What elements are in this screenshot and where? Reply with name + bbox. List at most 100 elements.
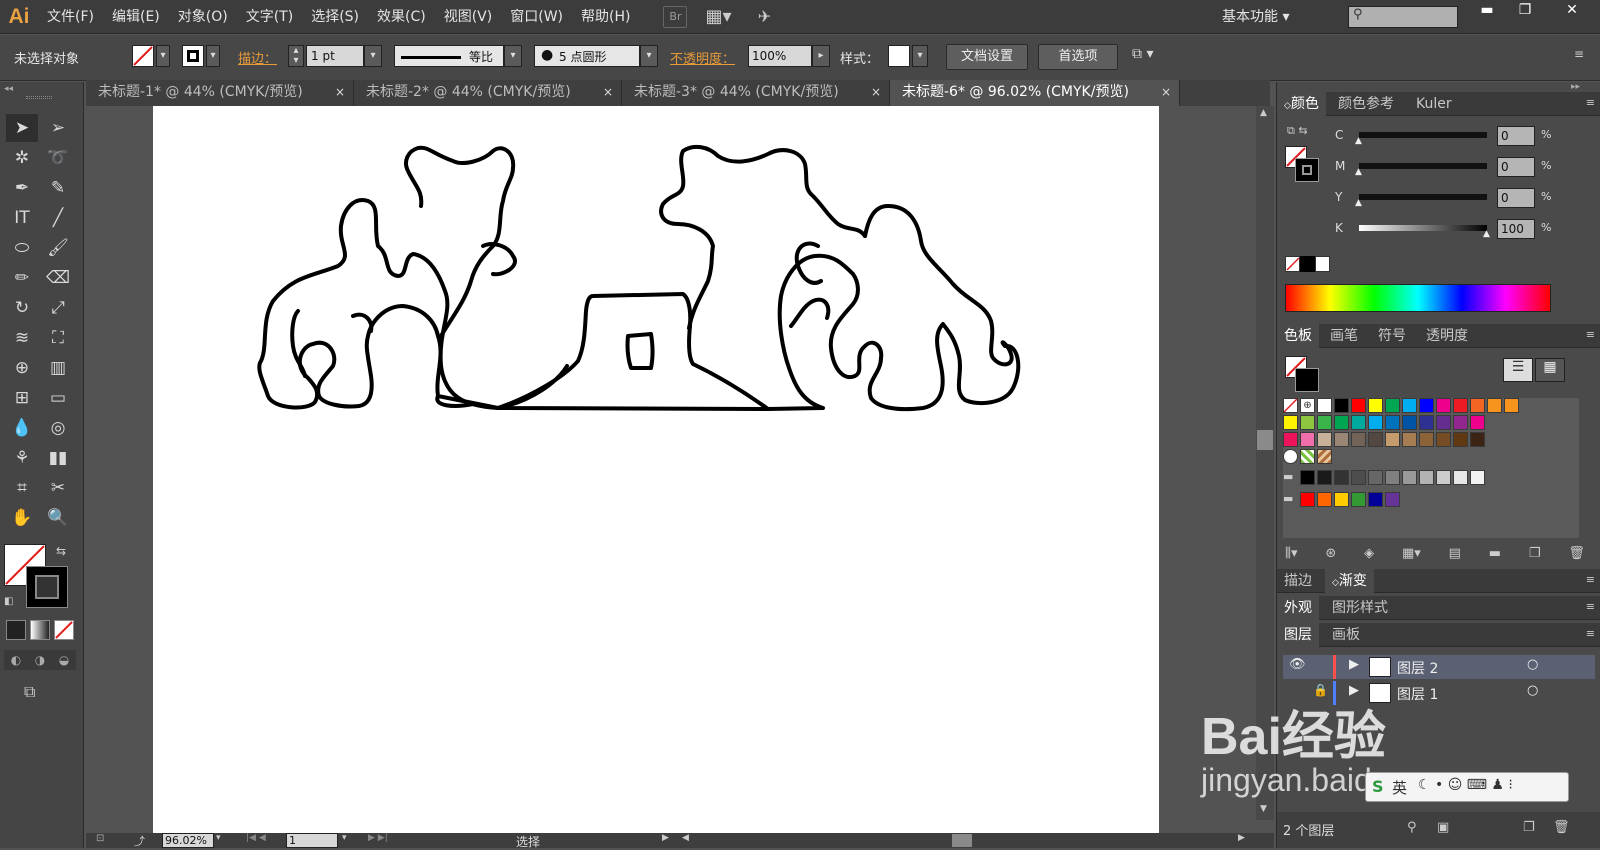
- color-swatch[interactable]: [1334, 415, 1349, 430]
- style-dropdown[interactable]: ▾: [912, 45, 928, 67]
- color-swatch[interactable]: [1351, 492, 1366, 507]
- color-stroke-box[interactable]: [1295, 158, 1319, 182]
- color-mode-icon[interactable]: [6, 620, 26, 640]
- color-swatch[interactable]: [1453, 398, 1468, 413]
- color-swatch[interactable]: [1385, 415, 1400, 430]
- eyedropper-tool-icon[interactable]: 💧: [6, 414, 38, 442]
- graphic-style-swatch[interactable]: [888, 45, 910, 67]
- color-swatch[interactable]: [1300, 415, 1315, 430]
- mesh-tool-icon[interactable]: ⊞: [6, 384, 38, 412]
- close-icon[interactable]: ×: [335, 80, 345, 105]
- opacity-label[interactable]: 不透明度：: [670, 48, 735, 67]
- swap-colors-icon[interactable]: ⇆: [56, 544, 66, 558]
- color-swatch[interactable]: [1487, 398, 1502, 413]
- swap-fill-stroke-icon[interactable]: ⧉ ⇆: [1287, 124, 1308, 138]
- new-folder-icon[interactable]: ▬: [1489, 546, 1501, 564]
- help-search-input[interactable]: ⚲: [1348, 6, 1458, 28]
- color-swatch[interactable]: [1402, 415, 1417, 430]
- panel-menu-icon[interactable]: ≡: [1586, 573, 1595, 586]
- scale-tool-icon[interactable]: ⤢: [42, 294, 74, 322]
- channel-track[interactable]: ▲: [1355, 194, 1487, 208]
- document-setup-button[interactable]: 文档设置: [946, 44, 1028, 70]
- pattern-swatch-1[interactable]: [1300, 449, 1315, 464]
- collapse-panels-icon[interactable]: ▸▸: [1571, 82, 1580, 92]
- gradient-mode-icon[interactable]: [30, 620, 50, 640]
- tab-transparency[interactable]: 透明度: [1419, 324, 1475, 348]
- target-icon[interactable]: ○: [1527, 657, 1538, 672]
- lasso-tool-icon[interactable]: ➰: [42, 144, 74, 172]
- magic-wand-tool-icon[interactable]: ✲: [6, 144, 38, 172]
- color-swatch[interactable]: [1402, 470, 1417, 485]
- pattern-group-icon[interactable]: [1283, 449, 1298, 464]
- channel-track[interactable]: ▲: [1355, 132, 1487, 146]
- slider-thumb-icon[interactable]: ▲: [1355, 167, 1362, 177]
- ime-toolbar[interactable]: S 英 ☾ • ☺ ⌨ ♟ ⁝: [1365, 772, 1569, 802]
- gpu-performance-icon[interactable]: ✈: [749, 6, 779, 28]
- fill-swatch[interactable]: [132, 45, 154, 67]
- delete-layer-icon[interactable]: 🗑: [1553, 820, 1570, 835]
- color-swatch[interactable]: [1351, 415, 1366, 430]
- tab-document-1[interactable]: 未标题-1* @ 44% (CMYK/预览) ×: [86, 80, 354, 106]
- ime-tools-icon[interactable]: ☾ • ☺ ⌨ ♟ ⁝: [1418, 777, 1513, 793]
- variable-width-profile[interactable]: 等比: [394, 45, 504, 67]
- slice-tool-icon[interactable]: ✂: [42, 474, 74, 502]
- black-swatch[interactable]: [1300, 256, 1315, 272]
- color-swatch[interactable]: [1419, 470, 1434, 485]
- color-swatch[interactable]: [1368, 415, 1383, 430]
- draw-normal-icon[interactable]: ◐: [11, 653, 21, 667]
- channel-track[interactable]: ▲: [1359, 225, 1490, 239]
- channel-value-input[interactable]: 0: [1497, 188, 1535, 208]
- color-swatch[interactable]: [1385, 432, 1400, 447]
- scroll-up-icon[interactable]: ▲: [1260, 108, 1267, 118]
- eye-icon[interactable]: 👁: [1289, 657, 1306, 672]
- make-clipping-mask-icon[interactable]: ▣: [1437, 820, 1449, 835]
- stroke-weight-input[interactable]: 1 pt: [306, 45, 364, 67]
- first-page-icon[interactable]: |◀ ◀: [246, 833, 266, 843]
- tab-color[interactable]: ◇颜色: [1277, 92, 1326, 116]
- free-transform-tool-icon[interactable]: ⛶: [42, 324, 74, 352]
- panel-menu-icon[interactable]: ≡: [1586, 627, 1595, 640]
- tab-graphic-styles[interactable]: 图形样式: [1325, 596, 1395, 620]
- slider-thumb-icon[interactable]: ▲: [1355, 198, 1362, 208]
- color-swatch[interactable]: [1300, 492, 1315, 507]
- swatch-stroke-box[interactable]: [1295, 368, 1319, 392]
- scroll-left-icon[interactable]: ◀: [682, 833, 689, 843]
- color-swatch[interactable]: [1351, 432, 1366, 447]
- preferences-button[interactable]: 首选项: [1038, 44, 1118, 70]
- opacity-slider-toggle[interactable]: ▸: [812, 45, 830, 67]
- zoom-dropdown-icon[interactable]: ▾: [216, 833, 221, 843]
- menu-effect[interactable]: 效果(C): [368, 0, 435, 34]
- close-window-button[interactable]: ✕: [1548, 0, 1596, 22]
- new-swatch-icon[interactable]: ❐: [1529, 546, 1541, 564]
- slider-thumb-icon[interactable]: ▲: [1483, 229, 1490, 239]
- registration-swatch[interactable]: ⊕: [1300, 398, 1315, 413]
- show-swatch-kinds-icon[interactable]: ⊛: [1325, 546, 1336, 564]
- tab-color-guide[interactable]: 颜色参考: [1331, 92, 1401, 116]
- menu-window[interactable]: 窗口(W): [501, 0, 572, 34]
- channel-slider-k[interactable]: K ▲ 100%: [1335, 219, 1600, 241]
- tab-stroke[interactable]: 描边: [1277, 569, 1319, 593]
- close-icon[interactable]: ×: [871, 80, 881, 105]
- eraser-tool-icon[interactable]: ⌫: [42, 264, 74, 292]
- paintbrush-tool-icon[interactable]: 🖌: [42, 234, 74, 262]
- column-graph-tool-icon[interactable]: ▮▮: [42, 444, 74, 472]
- tab-document-6[interactable]: 未标题-6* @ 96.02% (CMYK/预览) ×: [890, 80, 1180, 106]
- target-icon[interactable]: ○: [1527, 683, 1538, 698]
- brush-definition[interactable]: ● 5 点圆形: [534, 45, 640, 67]
- pencil-tool-icon[interactable]: ✏: [6, 264, 38, 292]
- color-swatch[interactable]: [1334, 470, 1349, 485]
- locate-object-icon[interactable]: ⚲: [1407, 820, 1417, 835]
- zoom-tool-icon[interactable]: 🔍: [42, 504, 74, 532]
- menu-file[interactable]: 文件(F): [38, 0, 103, 34]
- warp-tool-icon[interactable]: ≋: [6, 324, 38, 352]
- new-layer-icon[interactable]: ❐: [1523, 820, 1535, 835]
- menu-object[interactable]: 对象(O): [169, 0, 237, 34]
- tab-artboards[interactable]: 画板: [1325, 623, 1367, 647]
- channel-slider-c[interactable]: C ▲ 0%: [1335, 126, 1600, 148]
- color-swatch[interactable]: [1470, 398, 1485, 413]
- rotate-tool-icon[interactable]: ↻: [6, 294, 38, 322]
- selection-tool-icon[interactable]: ➤: [6, 114, 38, 142]
- default-colors-icon[interactable]: ◧: [4, 596, 13, 607]
- pen-tool-icon[interactable]: ✒: [6, 174, 38, 202]
- color-swatch[interactable]: [1317, 470, 1332, 485]
